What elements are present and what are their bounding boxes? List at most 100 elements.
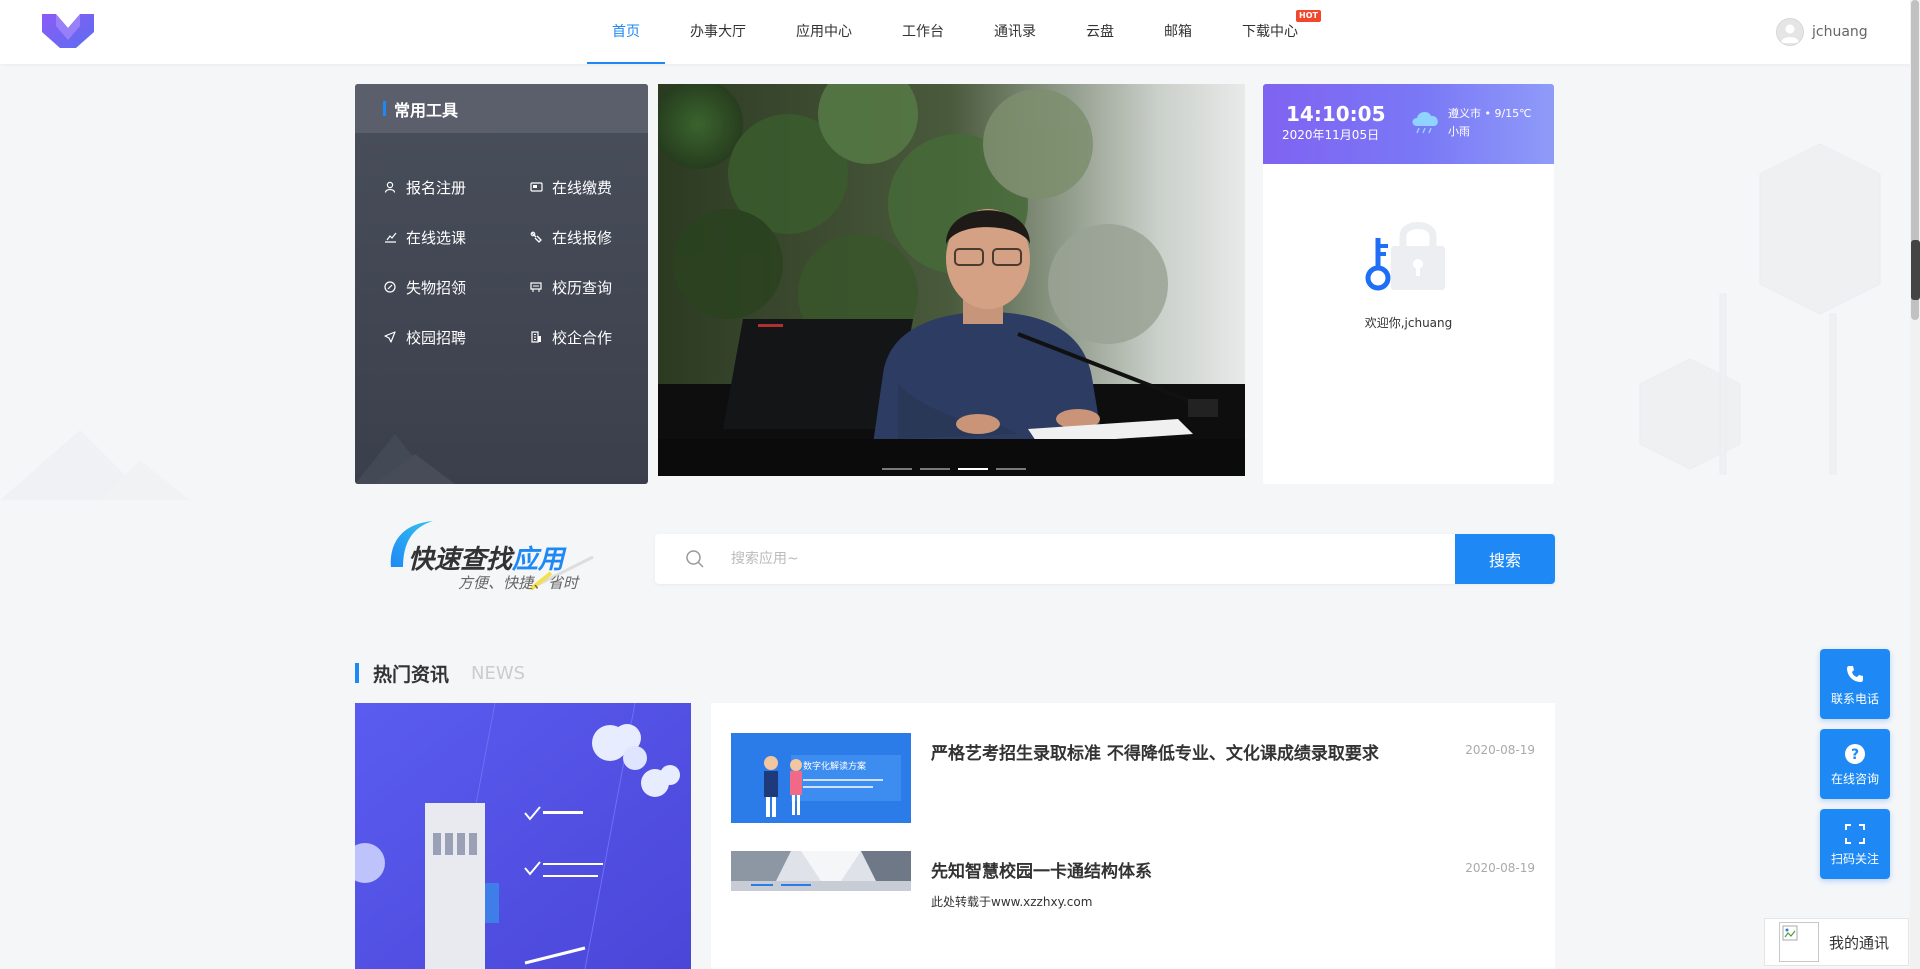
carousel-dot[interactable] xyxy=(996,468,1026,470)
welcome-card: 14:10:05 2020年11月05日 遵义市 • 9/15℃ 小雨 欢迎你,… xyxy=(1263,84,1554,484)
tool-campus-recruitment[interactable]: 校园招聘 xyxy=(383,312,529,362)
carousel-dot[interactable] xyxy=(882,468,912,470)
tool-label: 校历查询 xyxy=(552,278,613,297)
news-title: 先知智慧校园一卡通结构体系 xyxy=(931,862,1152,882)
broken-image-icon xyxy=(1779,922,1819,962)
tool-label: 在线报修 xyxy=(552,228,613,247)
tools-title: 常用工具 xyxy=(394,100,459,120)
thumb-caption: 数字化解读方案 xyxy=(803,760,866,772)
username: jchuang xyxy=(1812,24,1868,40)
hot-badge: HOT xyxy=(1296,10,1321,22)
nav-label: 首页 xyxy=(612,24,640,40)
news-date: 2020-08-19 xyxy=(1465,743,1535,757)
news-feature-image[interactable] xyxy=(355,703,691,969)
send-icon xyxy=(383,330,397,344)
tool-label: 报名注册 xyxy=(406,178,467,197)
key-lock-illustration xyxy=(1365,222,1445,291)
nav-home[interactable]: 首页 xyxy=(587,0,665,64)
carousel-indicators xyxy=(882,468,1026,470)
carousel-dot[interactable] xyxy=(920,468,950,470)
nav-label: 办事大厅 xyxy=(690,24,746,40)
scan-follow-button[interactable]: 扫码关注 xyxy=(1820,809,1890,879)
nav-label: 工作台 xyxy=(902,24,944,40)
news-thumbnail-image xyxy=(731,851,911,891)
svg-text:?: ? xyxy=(1851,747,1859,763)
quick-search-subtitle: 方便、快捷、省时 xyxy=(458,574,579,592)
app-search-bar: 搜索 xyxy=(655,534,1555,584)
user-menu[interactable]: jchuang xyxy=(1776,18,1868,46)
background-mountains xyxy=(0,430,190,500)
logo-icon[interactable] xyxy=(40,10,96,52)
background-building-illustration xyxy=(1639,143,1881,475)
tools-header: 常用工具 xyxy=(355,84,648,133)
tool-label: 校企合作 xyxy=(552,328,613,347)
avatar xyxy=(1776,18,1804,46)
current-date: 2020年11月05日 xyxy=(1282,128,1380,142)
payment-icon xyxy=(529,180,543,194)
tool-label: 在线缴费 xyxy=(552,178,613,197)
float-label: 联系电话 xyxy=(1830,691,1879,706)
lost-found-icon xyxy=(383,280,397,294)
nav-label: 应用中心 xyxy=(796,24,852,40)
side-drawer-handle[interactable] xyxy=(1911,240,1920,300)
search-icon xyxy=(683,547,707,571)
feature-illustration xyxy=(355,703,691,969)
tool-label: 失物招领 xyxy=(406,278,467,297)
title-accent-bar xyxy=(383,101,386,116)
my-messages-widget[interactable]: 我的通讯 xyxy=(1764,918,1909,966)
news-section-header: 热门资讯 NEWS xyxy=(355,662,525,686)
nav-app-center[interactable]: 应用中心 xyxy=(771,0,877,64)
weather-location: 遵义市 • 9/15℃ xyxy=(1448,107,1532,120)
quick-search-title: 快速查找应用 xyxy=(408,539,564,576)
news-item[interactable]: 数字化解读方案 严格艺考招生录取标准 不得降低专业、文化课成绩录取要求 2020… xyxy=(731,733,1535,823)
nav-contacts[interactable]: 通讯录 xyxy=(969,0,1061,64)
common-tools-panel: 常用工具 报名注册 在线缴费 在线选课 在线报修 失物招领 校历查询 校园招聘 … xyxy=(355,84,648,484)
news-title: 严格艺考招生录取标准 不得降低专业、文化课成绩录取要求 xyxy=(931,744,1379,764)
float-label: 在线咨询 xyxy=(1830,771,1879,786)
tools-background-pattern xyxy=(355,434,455,484)
repair-icon xyxy=(529,230,543,244)
rain-cloud-icon xyxy=(1412,112,1438,134)
nav-mail[interactable]: 邮箱 xyxy=(1139,0,1217,64)
question-icon: ? xyxy=(1844,742,1866,766)
quick-search-title-part1: 快速查找 xyxy=(408,545,513,575)
top-header: 首页 办事大厅 应用中心 工作台 通讯录 云盘 邮箱 下载中心 HOT jchu… xyxy=(0,0,1920,64)
avatar-icon xyxy=(1781,24,1799,43)
carousel-dot-active[interactable] xyxy=(958,468,988,470)
tool-registration[interactable]: 报名注册 xyxy=(383,162,529,212)
tool-school-calendar[interactable]: 校历查询 xyxy=(529,262,648,312)
nav-label: 通讯录 xyxy=(994,24,1036,40)
news-thumbnail xyxy=(731,851,911,891)
news-item[interactable]: 先知智慧校园一卡通结构体系 此处转载于www.xzzhxy.com 2020-0… xyxy=(731,851,1535,941)
calendar-icon xyxy=(529,280,543,294)
welcome-greeting: 欢迎你,jchuang xyxy=(1364,316,1453,330)
search-button[interactable]: 搜索 xyxy=(1455,534,1555,584)
tool-course-selection[interactable]: 在线选课 xyxy=(383,212,529,262)
scan-icon xyxy=(1844,822,1866,846)
tool-label: 校园招聘 xyxy=(406,328,467,347)
news-date: 2020-08-19 xyxy=(1465,861,1535,875)
news-description: 此处转载于www.xzzhxy.com xyxy=(931,895,1093,909)
nav-service-hall[interactable]: 办事大厅 xyxy=(665,0,771,64)
nav-label: 下载中心 xyxy=(1242,24,1298,40)
chat-label: 我的通讯 xyxy=(1829,933,1890,952)
tool-online-repair[interactable]: 在线报修 xyxy=(529,212,648,262)
nav-download-center[interactable]: 下载中心 HOT xyxy=(1217,0,1323,64)
news-thumbnail-image: 数字化解读方案 xyxy=(731,733,911,823)
tool-enterprise-cooperation[interactable]: 校企合作 xyxy=(529,312,648,362)
search-input[interactable] xyxy=(731,534,1455,584)
nav-workbench[interactable]: 工作台 xyxy=(877,0,969,64)
banner-carousel[interactable] xyxy=(658,84,1245,476)
tool-lost-and-found[interactable]: 失物招领 xyxy=(383,262,529,312)
page-scrollbar[interactable] xyxy=(1910,0,1920,969)
quick-search-logo: 快速查找应用 方便、快捷、省时 xyxy=(383,517,603,597)
building-icon xyxy=(529,330,543,344)
float-label: 扫码关注 xyxy=(1830,851,1879,866)
contact-phone-button[interactable]: 联系电话 xyxy=(1820,649,1890,719)
user-icon xyxy=(383,180,397,194)
tool-online-payment[interactable]: 在线缴费 xyxy=(529,162,648,212)
nav-cloud-disk[interactable]: 云盘 xyxy=(1061,0,1139,64)
clock-time: 14:10:05 xyxy=(1286,102,1386,126)
news-section-title: 热门资讯 xyxy=(373,663,450,686)
online-consult-button[interactable]: ? 在线咨询 xyxy=(1820,729,1890,799)
